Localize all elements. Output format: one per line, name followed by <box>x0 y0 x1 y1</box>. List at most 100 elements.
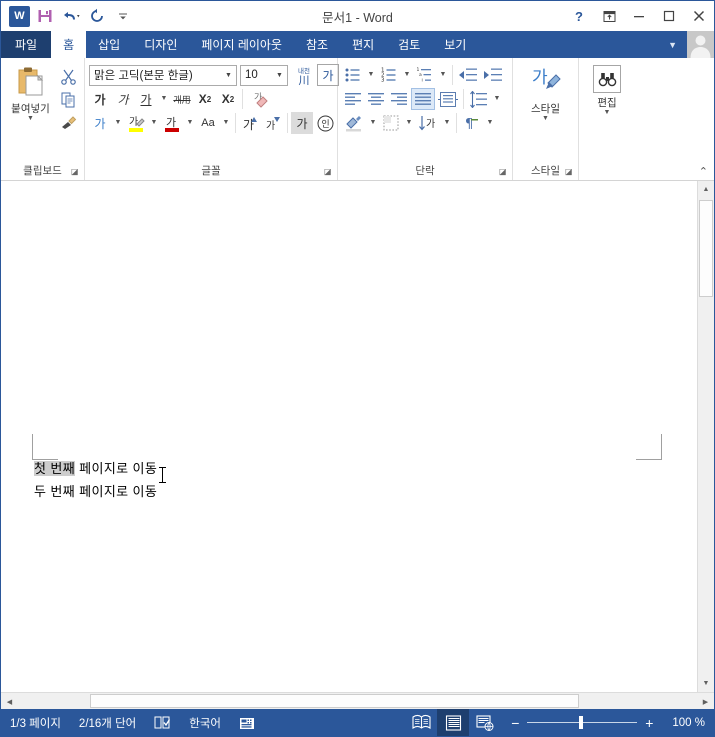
shrink-font-button[interactable]: 가 <box>262 112 284 134</box>
tab-review[interactable]: 검토 <box>386 31 432 58</box>
tab-view[interactable]: 보기 <box>432 31 478 58</box>
font-dialog-launcher-icon[interactable]: ◪ <box>324 167 334 177</box>
borders-button[interactable] <box>380 112 402 134</box>
chevron-down-icon[interactable]: ▼ <box>542 115 549 122</box>
tab-mailings[interactable]: 편지 <box>340 31 386 58</box>
text-effects-button[interactable]: 가 <box>89 112 111 134</box>
chevron-down-icon[interactable]: ▼ <box>148 112 160 134</box>
align-left-button[interactable] <box>342 88 364 110</box>
editing-button[interactable]: 편집 ▼ <box>583 61 631 116</box>
tab-insert[interactable]: 삽입 <box>86 31 132 58</box>
chevron-down-icon[interactable]: ▼ <box>403 112 415 134</box>
tab-home[interactable]: 홈 <box>51 31 87 58</box>
undo-icon[interactable] <box>59 4 83 28</box>
numbering-button[interactable]: 1 2 3 <box>378 64 400 86</box>
vertical-scrollbar[interactable]: ▲ ▼ <box>697 181 714 692</box>
cut-button[interactable] <box>56 65 80 87</box>
change-case-button[interactable]: Aa <box>197 112 219 134</box>
avatar[interactable] <box>687 31 714 58</box>
italic-button[interactable]: 가 <box>112 88 134 110</box>
scroll-down-icon[interactable]: ▼ <box>698 675 714 692</box>
horizontal-scrollbar[interactable]: ◀ ▶ <box>1 692 714 709</box>
word-count-status[interactable]: 2/16개 단어 <box>70 709 145 736</box>
chevron-down-icon[interactable]: ▼ <box>27 115 34 122</box>
clear-formatting-button[interactable]: 가 <box>246 88 272 110</box>
tab-references[interactable]: 참조 <box>294 31 340 58</box>
chevron-down-icon[interactable]: ▼ <box>491 88 503 110</box>
paste-button[interactable]: 붙여넣기 ▼ <box>5 61 56 122</box>
web-layout-button[interactable] <box>469 709 501 736</box>
word-app-icon[interactable]: W <box>7 4 31 28</box>
scroll-up-icon[interactable]: ▲ <box>698 181 714 198</box>
line-1-rest[interactable]: 페이지로 이동 <box>75 461 157 476</box>
show-formatting-marks-button[interactable]: ¶ <box>460 112 483 134</box>
character-border-button[interactable]: 가 <box>317 64 339 86</box>
scroll-left-icon[interactable]: ◀ <box>1 693 18 709</box>
chevron-down-icon[interactable]: ▼ <box>112 112 124 134</box>
save-icon[interactable] <box>33 4 57 28</box>
multilevel-list-button[interactable]: 1 a i <box>414 64 436 86</box>
distribute-button[interactable] <box>436 88 460 110</box>
copy-button[interactable] <box>56 88 80 110</box>
line-2-text[interactable]: 두 번째 페이지로 이동 <box>34 484 157 499</box>
tab-file[interactable]: 파일 <box>1 31 52 58</box>
zoom-slider[interactable] <box>527 716 638 729</box>
close-icon[interactable] <box>684 1 714 31</box>
styles-dialog-launcher-icon[interactable]: ◪ <box>565 167 575 177</box>
subscript-button[interactable]: X2 <box>194 88 216 110</box>
decrease-indent-button[interactable] <box>456 64 480 86</box>
customize-qat-icon[interactable] <box>111 4 135 28</box>
horizontal-scroll-thumb[interactable] <box>90 694 579 708</box>
zoom-in-button[interactable]: + <box>643 715 655 731</box>
language-status[interactable]: 한국어 <box>180 709 230 736</box>
bold-button[interactable]: 가 <box>89 88 111 110</box>
grow-font-button[interactable]: 가 <box>239 112 261 134</box>
maximize-icon[interactable] <box>654 1 684 31</box>
chevron-down-icon[interactable]: ▼ <box>220 112 232 134</box>
zoom-out-button[interactable]: − <box>509 715 521 731</box>
document-text[interactable]: 첫 번째 페이지로 이동 두 번째 페이지로 이동 <box>34 458 157 504</box>
justify-button[interactable] <box>411 88 435 110</box>
text-highlight-color-button[interactable]: 가 <box>125 112 147 134</box>
document-canvas[interactable]: 첫 번째 페이지로 이동 두 번째 페이지로 이동 <box>1 181 697 692</box>
format-painter-button[interactable] <box>56 111 80 133</box>
chevron-down-icon[interactable]: ▼ <box>367 112 379 134</box>
document-page[interactable]: 첫 번째 페이지로 이동 두 번째 페이지로 이동 <box>2 181 697 692</box>
chevron-down-icon[interactable]: ▼ <box>272 72 287 79</box>
phonetic-guide-button[interactable]: 가 <box>291 112 313 134</box>
ribbon-display-options-icon[interactable] <box>594 1 624 31</box>
ruby-phonetic-button[interactable]: 내천 川 <box>292 64 316 86</box>
chevron-down-icon[interactable]: ▼ <box>401 64 413 86</box>
align-right-button[interactable] <box>388 88 410 110</box>
styles-button[interactable]: 가 스타일 ▼ <box>517 61 574 122</box>
read-mode-button[interactable] <box>405 709 437 736</box>
print-layout-button[interactable] <box>437 709 470 736</box>
bullets-button[interactable] <box>342 64 364 86</box>
tab-page-layout[interactable]: 페이지 레이아웃 <box>189 31 294 58</box>
font-name-input[interactable]: 맑은 고딕(본문 한글) ▼ <box>89 64 237 86</box>
page-count-status[interactable]: 1/3 페이지 <box>1 709 70 736</box>
selected-text[interactable]: 첫 번째 <box>34 461 76 476</box>
clipboard-dialog-launcher-icon[interactable]: ◪ <box>71 167 81 177</box>
vertical-scroll-thumb[interactable] <box>699 200 713 297</box>
shading-button[interactable] <box>342 112 366 134</box>
vertical-scroll-track[interactable] <box>698 198 714 675</box>
underline-button[interactable]: 가 <box>135 88 157 110</box>
chevron-down-icon[interactable]: ▼ <box>441 112 453 134</box>
document-line-1[interactable]: 첫 번째 페이지로 이동 <box>34 458 157 481</box>
collapse-ribbon-icon[interactable]: ⌃ <box>699 165 708 178</box>
chevron-down-icon[interactable]: ▼ <box>604 109 611 116</box>
superscript-button[interactable]: X2 <box>217 88 239 110</box>
chevron-down-icon[interactable]: ▼ <box>628 40 687 50</box>
chevron-down-icon[interactable]: ▼ <box>437 64 449 86</box>
zoom-slider-thumb[interactable] <box>579 716 584 729</box>
horizontal-scroll-track[interactable] <box>18 693 697 709</box>
chevron-down-icon[interactable]: ▼ <box>184 112 196 134</box>
line-spacing-button[interactable] <box>467 88 490 110</box>
chevron-down-icon[interactable]: ▼ <box>221 72 236 79</box>
chevron-down-icon[interactable]: ▼ <box>484 112 496 134</box>
increase-indent-button[interactable] <box>481 64 505 86</box>
sort-button[interactable]: 가 <box>416 112 440 134</box>
minimize-icon[interactable] <box>624 1 654 31</box>
enclose-characters-button[interactable]: 인 <box>314 112 337 134</box>
